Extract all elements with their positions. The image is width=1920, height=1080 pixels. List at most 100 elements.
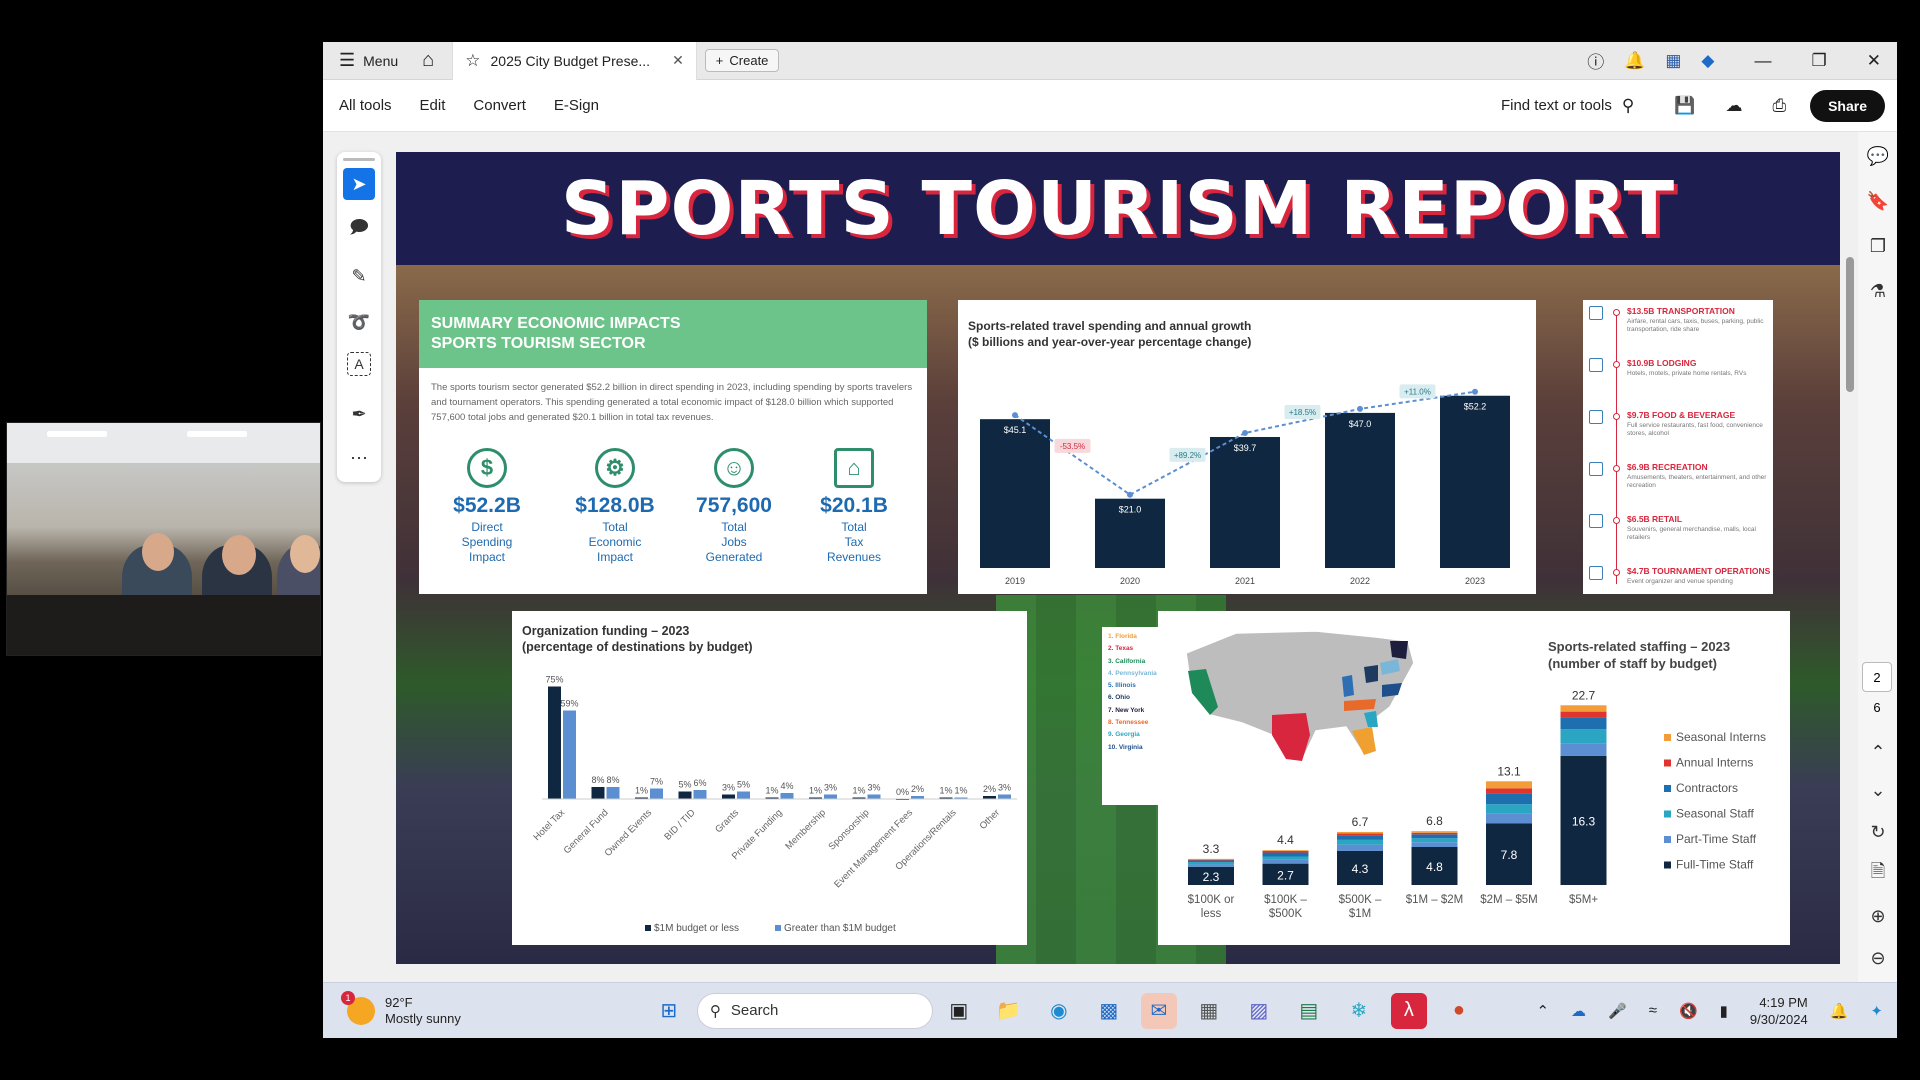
minimize-icon[interactable]: — <box>1755 51 1772 71</box>
export-page-icon[interactable]: 🗎 <box>1866 861 1890 886</box>
org-bar <box>548 686 561 799</box>
copilot-icon[interactable]: ✦ <box>1870 1002 1883 1020</box>
menu-button[interactable]: ☰ Menu <box>339 50 398 71</box>
ai-assistant-icon[interactable]: 💬 <box>1866 144 1890 168</box>
search-icon: ⚲ <box>1621 95 1635 115</box>
staff-fulltime-label: 2.3 <box>1203 870 1220 884</box>
more-tools-icon[interactable]: ⋯ <box>343 442 375 474</box>
breakdown-desc: Amusements, theaters, entertainment, and… <box>1627 474 1767 489</box>
toolbar-esign[interactable]: E-Sign <box>554 97 599 114</box>
settings-snowflake-icon[interactable]: ❄ <box>1341 993 1377 1029</box>
onedrive-cloud-icon[interactable]: ☁ <box>1571 1002 1586 1020</box>
page-down-icon[interactable]: ⌄ <box>1866 778 1890 802</box>
staff-bar-segment <box>1411 831 1458 833</box>
acrobat-ai-icon[interactable]: ◆ <box>1701 51 1714 71</box>
outlook-icon[interactable]: ✉ <box>1140 992 1177 1029</box>
top-state-item: 3. California <box>1108 657 1146 665</box>
org-bar <box>737 791 750 799</box>
growth-point <box>1012 412 1018 419</box>
close-window-icon[interactable]: ✕ <box>1867 51 1881 71</box>
toolbar-convert[interactable]: Convert <box>473 97 526 114</box>
weather-sun-icon[interactable]: 1 <box>341 990 375 1025</box>
edge-browser-icon[interactable]: ◉ <box>1041 993 1077 1029</box>
spend-bar-value: $39.7 <box>1234 443 1257 453</box>
home-icon[interactable]: ⌂ <box>422 49 434 72</box>
bell-icon[interactable]: 🔔 <box>1624 51 1645 71</box>
document-tab[interactable]: ☆ 2025 City Budget Prese... ✕ <box>452 41 697 80</box>
right-tools-rail: 💬 🔖 ❐ ⚗ 2 6 ⌃ ⌄ ↻ 🗎 ⊕ ⊖ <box>1858 132 1897 1032</box>
org-bar <box>650 788 663 799</box>
spend-bar-value: $21.0 <box>1119 505 1142 515</box>
create-button[interactable]: + Create <box>704 49 780 72</box>
bookmarks-icon[interactable]: 🔖 <box>1866 189 1890 213</box>
rotate-icon[interactable]: ↻ <box>1866 820 1890 844</box>
microphone-icon[interactable]: 🎤 <box>1608 1002 1627 1020</box>
acrobat-icon[interactable]: λ <box>1390 992 1427 1029</box>
zoom-in-icon[interactable]: ⊕ <box>1866 904 1890 928</box>
clock[interactable]: 4:19 PM 9/30/2024 <box>1750 994 1808 1028</box>
org-x-tick: Membership <box>783 807 828 852</box>
clock-date: 9/30/2024 <box>1749 1011 1808 1027</box>
task-view-icon[interactable]: ▣ <box>941 993 977 1029</box>
pages-icon[interactable]: ❐ <box>1866 234 1890 258</box>
zoom-out-icon[interactable]: ⊖ <box>1866 946 1890 970</box>
org-legend-swatch <box>645 925 651 931</box>
upload-cloud-icon[interactable]: ☁ <box>1725 96 1742 116</box>
toolbar-edit[interactable]: Edit <box>420 97 446 114</box>
org-bar-label: 1% <box>765 786 778 796</box>
weather-widget[interactable]: 92°F Mostly sunny <box>385 995 461 1027</box>
page-up-icon[interactable]: ⌃ <box>1866 740 1890 764</box>
restore-icon[interactable]: ❐ <box>1812 51 1827 71</box>
help-icon[interactable]: ⓘ <box>1587 48 1604 73</box>
metric-tax-revenues: ⌂ $20.1B Total Tax Revenues <box>794 448 914 565</box>
breakdown-desc: Event organizer and venue spending <box>1627 578 1733 585</box>
chevron-up-icon[interactable]: ⌃ <box>1536 1002 1549 1020</box>
print-icon[interactable]: ⎙ <box>1772 96 1786 116</box>
webcam-feed <box>6 422 321 656</box>
teams-icon[interactable]: ▨ <box>1241 993 1277 1029</box>
person-head <box>222 535 256 575</box>
organize-icon[interactable]: ⚗ <box>1866 279 1890 303</box>
find-tools-button[interactable]: Find text or tools ⚲ <box>1501 96 1634 116</box>
sign-pen-icon[interactable]: ✒ <box>343 398 375 430</box>
staff-legend-swatch <box>1664 810 1671 818</box>
current-page-box[interactable]: 2 <box>1862 662 1892 692</box>
share-button[interactable]: Share <box>1810 89 1885 122</box>
taskbar-search[interactable]: ⚲ Search <box>696 992 933 1029</box>
org-bar-label: 59% <box>560 699 578 709</box>
calculator-icon[interactable]: ▦ <box>1191 993 1227 1029</box>
highlight-pen-icon[interactable]: ✎ <box>343 260 375 292</box>
windows-start-icon[interactable]: ⊞ <box>651 993 687 1029</box>
staff-legend-swatch <box>1664 759 1671 767</box>
staff-bar-segment <box>1560 705 1607 712</box>
panel-grip[interactable] <box>343 158 375 161</box>
close-tab-icon[interactable]: ✕ <box>672 52 684 69</box>
apps-grid-icon[interactable]: ▦ <box>1665 51 1681 71</box>
file-explorer-icon[interactable]: 📁 <box>991 993 1027 1029</box>
toolbar-all-tools[interactable]: All tools <box>339 97 392 114</box>
org-x-tick: BID / TID <box>662 807 697 842</box>
notification-bell-icon[interactable]: 🔔 <box>1830 1002 1849 1020</box>
star-icon[interactable]: ☆ <box>465 51 480 71</box>
document-canvas[interactable]: ➤ 🗩 ✎ ➰ A ✒ ⋯ SPORTS TOURISM REPORT SUMM… <box>323 132 1897 1032</box>
excel-app-icon[interactable]: ▤ <box>1291 993 1327 1029</box>
comment-icon[interactable]: 🗩 <box>343 214 375 246</box>
staff-bar-segment <box>1262 850 1309 853</box>
breakdown-title: $6.5B RETAIL <box>1627 514 1683 524</box>
top-states-list: 1. Florida 2. Texas 3. California 4. Pennsy… <box>1102 627 1160 805</box>
spend-bar-value: $52.2 <box>1464 402 1487 412</box>
store-icon[interactable]: ▩ <box>1091 993 1127 1029</box>
save-icon[interactable]: 💾 <box>1674 96 1695 116</box>
powerpoint-icon[interactable]: ● <box>1441 993 1477 1029</box>
lasso-draw-icon[interactable]: ➰ <box>343 306 375 338</box>
wifi-icon[interactable]: ≈ <box>1649 1002 1657 1019</box>
select-cursor-icon[interactable]: ➤ <box>343 168 375 200</box>
growth-label: -53.5% <box>1060 442 1085 451</box>
volume-muted-icon[interactable]: 🔇 <box>1679 1002 1698 1020</box>
metric-value: 757,600 <box>696 494 772 517</box>
org-bar <box>824 794 837 799</box>
staff-bar-segment <box>1337 839 1383 845</box>
text-box-icon[interactable]: A <box>347 352 371 376</box>
vertical-scrollbar-thumb[interactable] <box>1846 257 1854 392</box>
battery-icon[interactable]: ▮ <box>1720 1002 1728 1020</box>
